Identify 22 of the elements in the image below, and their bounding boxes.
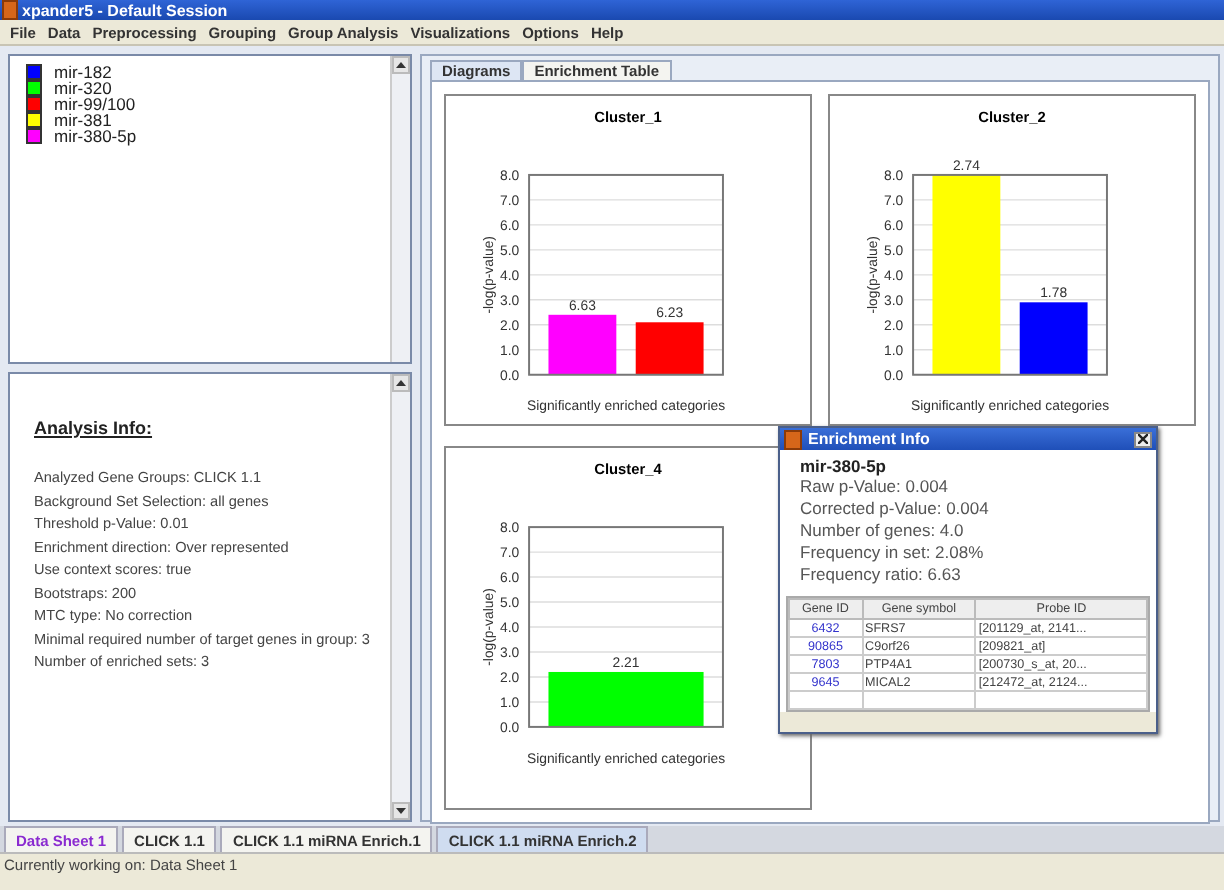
window-title: xpander5 - Default Session: [22, 1, 228, 19]
scroll-up-icon[interactable]: [396, 62, 406, 68]
app-icon: [2, 0, 18, 20]
detail-text: Raw p-Value: 0.004: [798, 476, 951, 498]
detail-text: Number of genes: 4.0: [798, 520, 966, 542]
scroll-down-icon[interactable]: [396, 808, 406, 814]
legend-label: mir-320: [54, 78, 112, 98]
detail-text: Frequency ratio: 6.63: [798, 564, 963, 586]
legend-label: mir-182: [54, 62, 112, 82]
close-button[interactable]: [1134, 431, 1152, 447]
dialog-title: Enrichment Info: [808, 430, 932, 448]
mirna-name: mir-380-5p: [798, 456, 888, 476]
legend-label: mir-381: [54, 110, 112, 130]
legend-label: mir-99/100: [54, 94, 136, 114]
scroll-up-icon[interactable]: [396, 380, 406, 386]
app-icon: [784, 429, 802, 449]
detail-text: Frequency in set: 2.08%: [798, 542, 986, 564]
section-heading: Analysis Info:: [34, 418, 155, 438]
legend-label: mir-380-5p: [54, 126, 137, 146]
scrollbar[interactable]: [390, 374, 410, 820]
scrollbar[interactable]: [390, 56, 410, 362]
detail-text: Corrected p-Value: 0.004: [798, 498, 991, 520]
